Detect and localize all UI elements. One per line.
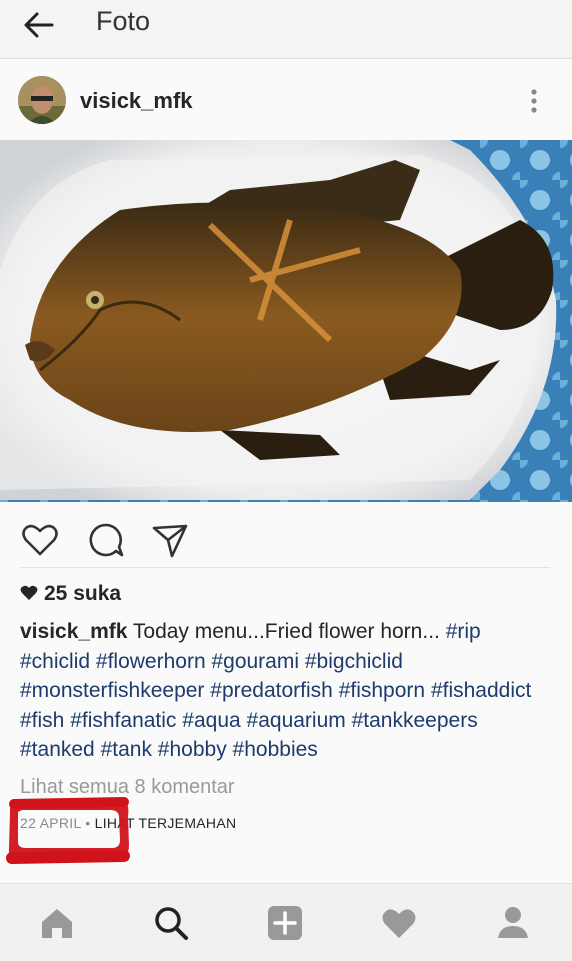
more-options-icon[interactable] [520,86,548,116]
hashtag[interactable]: #predatorfish [210,679,333,702]
post-photo [0,140,572,502]
top-bar: Foto [0,0,572,59]
hashtag[interactable]: #rip [446,620,481,643]
home-icon[interactable] [38,904,76,942]
comment-icon[interactable] [86,520,126,560]
post-header: visick_mfk [0,66,572,138]
hashtag[interactable]: #fishporn [339,679,425,702]
caption: visick_mfk Today menu...Fried flower hor… [20,617,555,765]
caption-text: Today menu...Fried flower horn... [132,620,440,643]
activity-icon[interactable] [380,904,418,942]
hashtag[interactable]: #aqua [182,709,240,732]
hashtag[interactable]: #aquarium [247,709,346,732]
action-bar [0,508,572,566]
hashtag[interactable]: #fishfanatic [70,709,176,732]
search-icon[interactable] [152,904,190,942]
hashtag[interactable]: #gourami [211,650,299,673]
like-icon[interactable] [20,520,60,560]
hashtag[interactable]: #fish [20,709,64,732]
add-icon[interactable] [266,904,304,942]
hashtag[interactable]: #hobby [158,738,227,761]
username[interactable]: visick_mfk [80,88,193,114]
hashtag[interactable]: #hobbies [233,738,318,761]
heart-icon [20,585,38,600]
hashtag[interactable]: #tankkeepers [352,709,478,732]
likes-count[interactable]: 25 suka [20,582,121,606]
avatar[interactable] [18,76,66,124]
hashtag[interactable]: #tanked [20,738,95,761]
hashtag[interactable]: #tank [101,738,152,761]
share-icon[interactable] [150,520,190,560]
red-highlight-annotation [6,797,130,864]
hashtag[interactable]: #flowerhorn [96,650,206,673]
bottom-nav [0,883,572,961]
divider [20,567,550,568]
likes-label: 25 suka [44,582,122,605]
caption-username[interactable]: visick_mfk [20,620,127,643]
hashtag[interactable]: #chiclid [20,650,90,673]
hashtag[interactable]: #bigchiclid [305,650,403,673]
hashtag[interactable]: #fishaddict [431,679,531,702]
hashtag[interactable]: #monsterfishkeeper [20,679,204,702]
page-title: Foto [96,6,151,36]
back-arrow-icon[interactable] [22,8,56,42]
profile-icon[interactable] [494,904,532,942]
